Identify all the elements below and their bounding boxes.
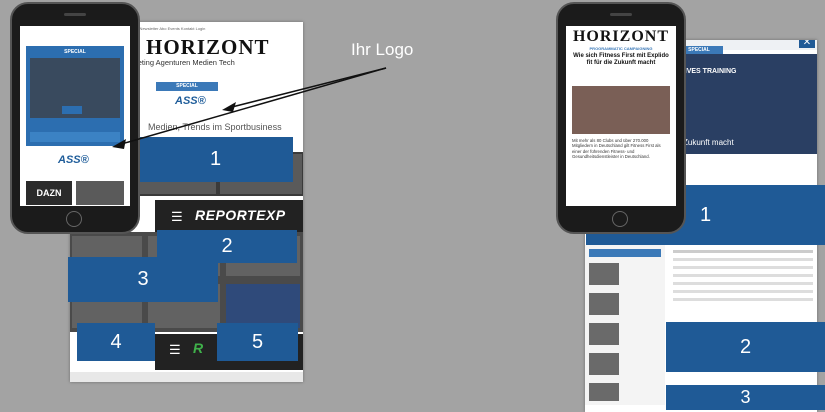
phone-mockup-right: HORIZONT PROGRAMMATIC CAMPAIGNING Wie si… <box>556 2 686 234</box>
article-thumbnail[interactable] <box>589 353 619 375</box>
phone-screen: HORIZONT PROGRAMMATIC CAMPAIGNING Wie si… <box>566 26 676 206</box>
logo-callout-label: Ihr Logo <box>351 40 414 59</box>
article-thumbnail[interactable] <box>589 383 619 401</box>
article-image[interactable] <box>572 86 670 134</box>
home-button[interactable] <box>612 211 628 227</box>
close-icon[interactable]: ✕ <box>799 40 815 48</box>
article-thumbnail[interactable] <box>589 323 619 345</box>
article-body-text <box>673 250 813 253</box>
ad-placement-2[interactable]: 2 <box>666 322 825 372</box>
callout-line-2 <box>117 67 387 146</box>
article-thumbnail[interactable] <box>589 263 619 285</box>
article-title: Wie sich Fitness First mit Explido fit f… <box>573 53 669 66</box>
site-logo[interactable]: HORIZONT <box>566 28 676 46</box>
arrowhead-2 <box>112 139 126 149</box>
ad-placement-3[interactable]: 3 <box>666 385 825 410</box>
article-thumbnail[interactable] <box>589 293 619 315</box>
article-kicker: PROGRAMMATIC CAMPAIGNING <box>589 46 653 51</box>
callout-line-1 <box>227 67 387 109</box>
arrowhead-1 <box>222 102 236 112</box>
article-body: Mit mehr als 80 Clubs und über 270.000 M… <box>572 138 661 160</box>
sidebar-column <box>585 245 665 405</box>
sidebar-header <box>589 249 661 257</box>
phone-speaker <box>610 13 632 16</box>
